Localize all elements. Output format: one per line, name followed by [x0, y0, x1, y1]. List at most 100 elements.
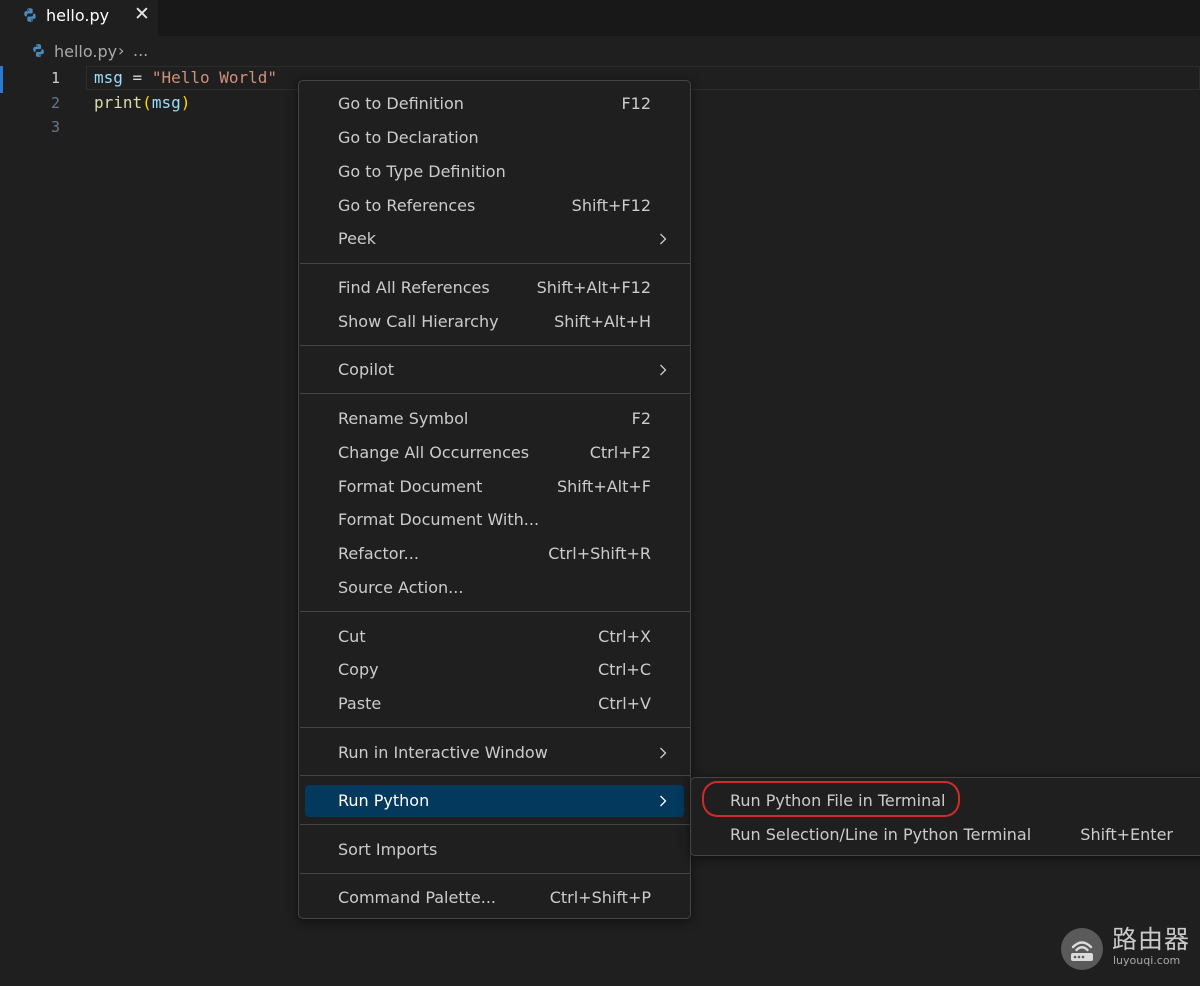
menu-item-label: Peek	[338, 229, 377, 248]
menu-separator	[300, 775, 691, 776]
python-icon	[24, 8, 36, 22]
menu-item-show-call-hierarchy[interactable]: Show Call Hierarchy Shift+Alt+H	[305, 306, 684, 338]
watermark-url: luyouqi.com	[1113, 954, 1181, 967]
menu-item-shortcut: Shift+F12	[571, 196, 651, 215]
chevron-right-icon	[660, 364, 667, 376]
code-token: =	[122, 68, 152, 87]
menu-item-change-all-occurrences[interactable]: Change All Occurrences Ctrl+F2	[305, 437, 684, 469]
menu-item-label: Run Python	[338, 791, 430, 810]
chevron-right-icon	[660, 795, 667, 807]
menu-item-rename-symbol[interactable]: Rename Symbol F2	[305, 403, 684, 435]
menu-item-label: Run in Interactive Window	[338, 743, 548, 762]
menu-item-shortcut: Shift+Enter	[1080, 825, 1173, 844]
menu-item-label: Copilot	[338, 360, 395, 379]
menu-item-label: Rename Symbol	[338, 409, 469, 428]
code-line[interactable]: msg = "Hello World"	[94, 66, 277, 90]
menu-item-shortcut: F2	[631, 409, 651, 428]
menu-item-shortcut: Ctrl+V	[598, 694, 651, 713]
menu-item-label: Refactor...	[338, 544, 419, 563]
menu-item-label: Go to Definition	[338, 94, 464, 113]
line-number: 2	[50, 94, 60, 112]
menu-item-sort-imports[interactable]: Sort Imports	[305, 834, 684, 866]
menu-item-shortcut: Shift+Alt+F12	[536, 278, 651, 297]
menu-item-go-to-declaration[interactable]: Go to Declaration	[305, 122, 684, 154]
menu-item-format-document[interactable]: Format Document Shift+Alt+F	[305, 471, 684, 503]
menu-item-label: Run Selection/Line in Python Terminal	[730, 825, 1032, 844]
submenu-item-run-selection-line[interactable]: Run Selection/Line in Python Terminal Sh…	[697, 819, 1197, 851]
python-icon	[33, 44, 44, 57]
menu-item-shortcut: Ctrl+F2	[589, 443, 651, 462]
menu-item-go-to-type-definition[interactable]: Go to Type Definition	[305, 156, 684, 188]
menu-separator	[300, 393, 691, 394]
tab-label: hello.py	[46, 6, 110, 25]
code-token: )	[180, 93, 191, 112]
menu-item-label: Paste	[338, 694, 382, 713]
menu-item-go-to-definition[interactable]: Go to Definition F12	[305, 88, 684, 120]
menu-item-label: Command Palette...	[338, 888, 496, 907]
menu-item-label: Find All References	[338, 278, 490, 297]
menu-separator	[300, 263, 691, 264]
menu-item-run-in-interactive-window[interactable]: Run in Interactive Window	[305, 737, 684, 769]
code-token: "Hello World"	[151, 68, 278, 87]
menu-item-cut[interactable]: Cut Ctrl+X	[305, 621, 684, 653]
tab-hello-py[interactable]: hello.py ✕	[0, 0, 158, 36]
menu-item-shortcut: Ctrl+Shift+P	[549, 888, 651, 907]
menu-item-copy[interactable]: Copy Ctrl+C	[305, 654, 684, 686]
menu-item-run-python[interactable]: Run Python	[305, 785, 684, 817]
menu-item-format-document-with[interactable]: Format Document With...	[305, 504, 684, 536]
menu-item-label: Go to Type Definition	[338, 162, 506, 181]
active-line-indicator	[0, 66, 3, 93]
code-token: msg	[94, 68, 123, 87]
code-token: (	[142, 93, 152, 112]
menu-item-shortcut: Ctrl+C	[597, 660, 651, 679]
menu-item-label: Change All Occurrences	[338, 443, 530, 462]
router-logo-icon	[1061, 928, 1103, 970]
menu-separator	[300, 611, 691, 612]
tab-bar: hello.py ✕	[0, 0, 1200, 36]
run-python-submenu: Run Python File in Terminal Run Selectio…	[690, 777, 1200, 856]
menu-item-label: Run Python File in Terminal	[730, 791, 946, 810]
code-line[interactable]: print(msg)	[94, 91, 190, 115]
breadcrumb-more[interactable]: ...	[133, 41, 148, 61]
menu-item-command-palette[interactable]: Command Palette... Ctrl+Shift+P	[305, 882, 684, 914]
menu-item-shortcut: Shift+Alt+F	[556, 477, 651, 496]
menu-item-shortcut: F12	[621, 94, 651, 113]
menu-separator	[300, 824, 691, 825]
menu-item-refactor[interactable]: Refactor... Ctrl+Shift+R	[305, 538, 684, 570]
menu-item-go-to-references[interactable]: Go to References Shift+F12	[305, 190, 684, 222]
line-number: 3	[50, 118, 60, 136]
menu-item-peek[interactable]: Peek	[305, 223, 684, 255]
menu-separator	[300, 727, 691, 728]
code-token: print	[94, 93, 143, 112]
menu-item-label: Sort Imports	[338, 840, 438, 859]
watermark: 路由器 luyouqi.com	[1060, 920, 1195, 975]
breadcrumb-file[interactable]: hello.py	[54, 42, 117, 62]
menu-item-source-action[interactable]: Source Action...	[305, 572, 684, 604]
menu-item-label: Copy	[338, 660, 379, 679]
watermark-brand: 路由器	[1112, 925, 1191, 954]
submenu-item-run-python-file-in-terminal[interactable]: Run Python File in Terminal	[697, 785, 1197, 817]
menu-separator	[300, 345, 691, 346]
menu-item-label: Go to References	[338, 196, 476, 215]
context-menu: Go to Definition F12 Go to Declaration G…	[298, 80, 691, 919]
menu-item-label: Go to Declaration	[338, 128, 479, 147]
chevron-right-icon	[660, 747, 667, 759]
menu-item-label: Show Call Hierarchy	[338, 312, 499, 331]
menu-item-copilot[interactable]: Copilot	[305, 354, 684, 386]
menu-item-label: Format Document With...	[338, 510, 540, 529]
code-token: msg	[151, 93, 181, 112]
menu-item-label: Cut	[338, 627, 366, 646]
menu-item-paste[interactable]: Paste Ctrl+V	[305, 688, 684, 720]
menu-item-find-all-references[interactable]: Find All References Shift+Alt+F12	[305, 272, 684, 304]
breadcrumb: hello.py › ...	[0, 36, 1200, 66]
menu-item-label: Source Action...	[338, 578, 464, 597]
line-number: 1	[50, 69, 60, 87]
close-icon[interactable]: ✕	[131, 2, 153, 26]
menu-item-label: Format Document	[338, 477, 483, 496]
menu-item-shortcut: Shift+Alt+H	[554, 312, 651, 331]
breadcrumb-chevron-icon: ›	[118, 41, 125, 60]
menu-item-shortcut: Ctrl+Shift+R	[548, 544, 651, 563]
menu-separator	[300, 873, 691, 874]
chevron-right-icon	[660, 233, 667, 245]
menu-item-shortcut: Ctrl+X	[598, 627, 651, 646]
